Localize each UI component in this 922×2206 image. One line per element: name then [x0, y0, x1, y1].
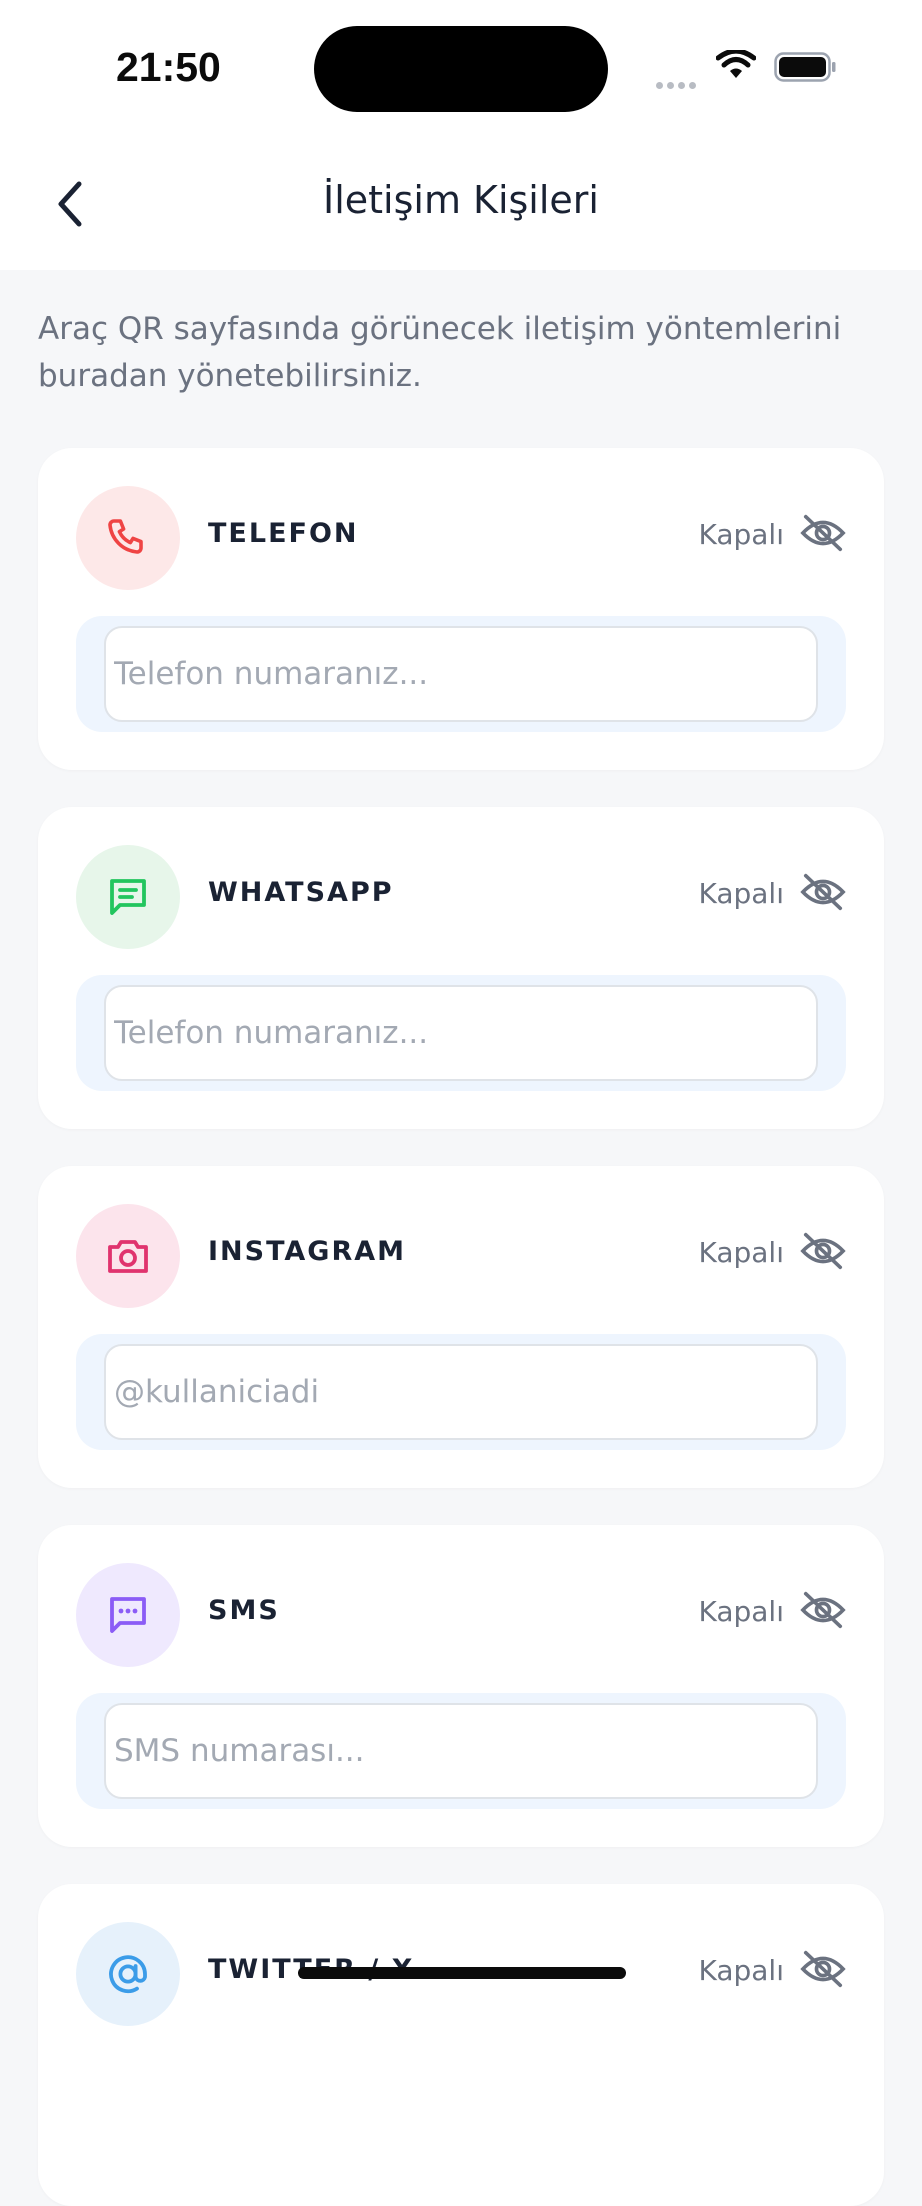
visibility-toggle-button[interactable] — [800, 1587, 846, 1633]
visibility-toggle-button[interactable] — [800, 869, 846, 915]
visibility-status: Kapalı — [698, 1954, 784, 1987]
chat-dots-icon — [110, 1597, 146, 1633]
status-icons — [656, 48, 846, 89]
contact-icon-badge — [76, 1563, 180, 1667]
contact-title: SMS — [208, 1595, 280, 1626]
contact-icon-badge — [76, 1922, 180, 2026]
page-title: İletişim Kişileri — [322, 178, 599, 222]
contact-card-twitter: TWITTER / X Kapalı — [38, 1884, 884, 2206]
contact-card-telefon: TELEFON Kapalı — [38, 448, 884, 770]
contact-title: TELEFON — [208, 518, 359, 549]
whatsapp-input[interactable] — [104, 985, 818, 1081]
at-icon — [109, 1955, 147, 1994]
battery-icon — [774, 52, 836, 82]
cellular-signal-icon — [656, 74, 700, 93]
contact-icon-badge — [76, 486, 180, 590]
contact-icon-badge — [76, 1204, 180, 1308]
status-bar: 21:50 — [0, 0, 922, 140]
phone-icon — [108, 519, 143, 554]
input-container — [76, 1693, 846, 1809]
eye-off-icon — [800, 514, 846, 552]
dynamic-island — [314, 26, 608, 112]
input-container — [76, 1334, 846, 1450]
eye-off-icon — [800, 1232, 846, 1270]
visibility-status: Kapalı — [698, 518, 784, 551]
visibility-toggle-button[interactable] — [800, 510, 846, 556]
contact-card-sms: SMS Kapalı — [38, 1525, 884, 1847]
intro-text: Araç QR sayfasında görünecek iletişim yö… — [38, 311, 842, 394]
visibility-status: Kapalı — [698, 1236, 784, 1269]
contact-icon-badge — [76, 845, 180, 949]
contact-card-instagram: INSTAGRAM Kapalı — [38, 1166, 884, 1488]
eye-off-icon — [800, 873, 846, 911]
input-container — [76, 975, 846, 1091]
visibility-status: Kapalı — [698, 1595, 784, 1628]
instagram-input[interactable] — [104, 1344, 818, 1440]
status-time: 21:50 — [116, 44, 221, 90]
input-container — [76, 616, 846, 732]
telefon-input[interactable] — [104, 626, 818, 722]
contact-title: INSTAGRAM — [208, 1236, 407, 1267]
visibility-toggle-button[interactable] — [800, 1228, 846, 1274]
wifi-icon — [716, 50, 756, 78]
message-icon — [110, 879, 146, 915]
home-indicator — [298, 1967, 626, 1979]
eye-off-icon — [800, 1591, 846, 1629]
camera-icon — [108, 1240, 148, 1273]
eye-off-icon — [800, 1950, 846, 1988]
visibility-status: Kapalı — [698, 877, 784, 910]
visibility-toggle-button[interactable] — [800, 1946, 846, 1992]
sms-input[interactable] — [104, 1703, 818, 1799]
contact-title: WHATSAPP — [208, 877, 394, 908]
navigation-header: İletişim Kişileri — [0, 140, 922, 270]
contact-card-whatsapp: WHATSAPP Kapalı — [38, 807, 884, 1129]
